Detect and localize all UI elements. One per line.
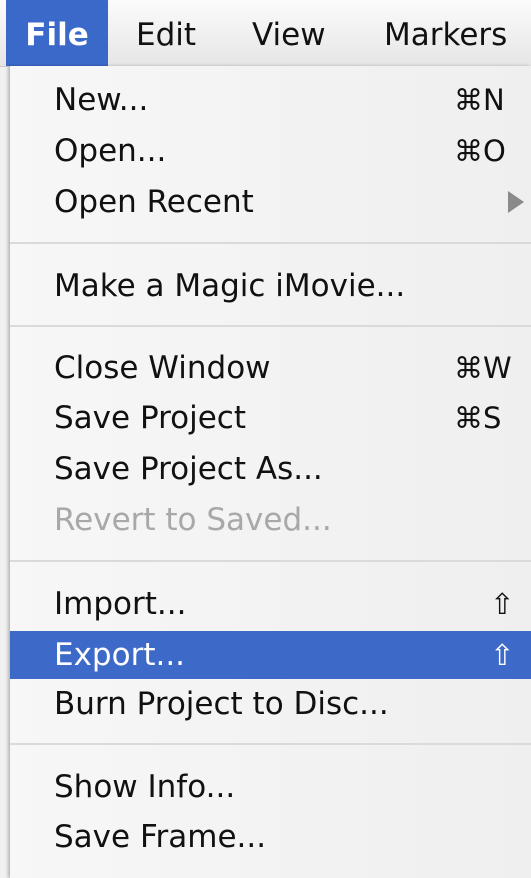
menu-item-close-window[interactable]: Close Window ⌘W — [10, 344, 531, 392]
menu-item-label: Burn Project to Disc... — [54, 686, 389, 722]
menu-item-new[interactable]: New... ⌘N — [10, 76, 531, 124]
menu-item-save-frame[interactable]: Save Frame... — [10, 813, 531, 861]
menu-item-label: Save Project — [54, 400, 247, 436]
menu-item-save-project-as[interactable]: Save Project As... — [10, 445, 531, 493]
menu-item-label: Open Recent — [54, 184, 254, 220]
menu-file[interactable]: File — [6, 0, 108, 66]
menu-separator — [10, 325, 531, 327]
menu-item-label: Save Project As... — [54, 451, 323, 487]
menu-item-export[interactable]: Export... ⇧ — [10, 631, 531, 679]
shortcut-label: ⌘S — [454, 401, 502, 435]
menu-item-label: Show Info... — [54, 769, 236, 805]
menu-edit[interactable]: Edit — [136, 0, 196, 66]
shortcut-label: ⌘W — [454, 351, 512, 385]
shift-icon: ⇧ — [490, 587, 515, 621]
menu-markers[interactable]: Markers — [384, 0, 507, 66]
shortcut-label: ⌘O — [454, 134, 506, 168]
menu-item-make-magic-imovie[interactable]: Make a Magic iMovie... — [10, 262, 531, 310]
menu-item-label: Import... — [54, 586, 187, 622]
menu-bar: File Edit View Markers — [0, 0, 531, 67]
menu-item-save-project[interactable]: Save Project ⌘S — [10, 394, 531, 442]
menu-item-open[interactable]: Open... ⌘O — [10, 127, 531, 175]
file-menu: New... ⌘N Open... ⌘O Open Recent Make a … — [10, 66, 531, 878]
menu-separator — [10, 560, 531, 562]
menu-separator — [10, 743, 531, 745]
menu-item-label: Save Frame... — [54, 819, 267, 855]
menu-separator — [10, 242, 531, 244]
menu-item-revert-to-saved: Revert to Saved... — [10, 496, 531, 544]
menu-item-show-info[interactable]: Show Info... — [10, 763, 531, 811]
menu-view[interactable]: View — [252, 0, 326, 66]
menu-item-label: New... — [54, 82, 149, 118]
menu-item-burn-project[interactable]: Burn Project to Disc... — [10, 680, 531, 728]
shortcut-label: ⌘N — [454, 83, 505, 117]
shift-icon: ⇧ — [490, 638, 515, 672]
menu-item-label: Revert to Saved... — [54, 502, 332, 538]
menu-item-label: Make a Magic iMovie... — [54, 268, 406, 304]
menu-item-label: Close Window — [54, 350, 271, 386]
menu-item-label: Export... — [54, 637, 186, 673]
submenu-arrow-icon — [508, 191, 524, 213]
menu-item-open-recent[interactable]: Open Recent — [10, 178, 531, 226]
menu-item-import[interactable]: Import... ⇧ — [10, 580, 531, 628]
menu-item-label: Open... — [54, 133, 167, 169]
